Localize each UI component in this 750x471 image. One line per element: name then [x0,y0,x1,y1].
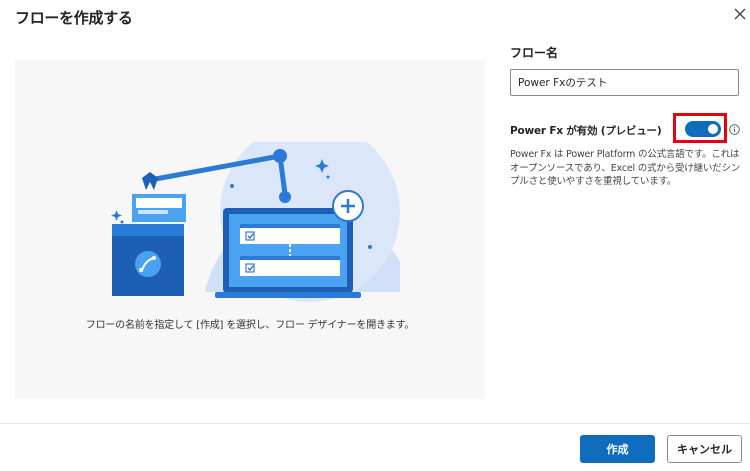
toggle-knob [708,124,718,134]
illustration-caption: フローの名前を指定して [作成] を選択し、フロー デザイナーを開きます。 [85,320,415,331]
powerfx-toggle-label: Power Fx が有効 (プレビュー) [510,125,662,137]
footer-divider [0,423,750,424]
dialog-title: フローを作成する [15,9,133,27]
cancel-button[interactable]: キャンセル [667,435,742,463]
info-icon[interactable] [729,124,740,135]
flow-name-label: フロー名 [510,46,559,60]
illustration-panel: フローの名前を指定して [作成] を選択し、フロー デザイナーを開きます。 [15,60,485,399]
create-button[interactable]: 作成 [580,435,655,463]
powerfx-description: Power Fx は Power Platform の公式言語です。これはオープ… [510,149,741,187]
flow-name-input[interactable] [510,69,739,96]
powerfx-toggle[interactable] [685,121,721,137]
close-icon[interactable] [733,7,747,21]
flow-designer-illustration [111,142,400,302]
